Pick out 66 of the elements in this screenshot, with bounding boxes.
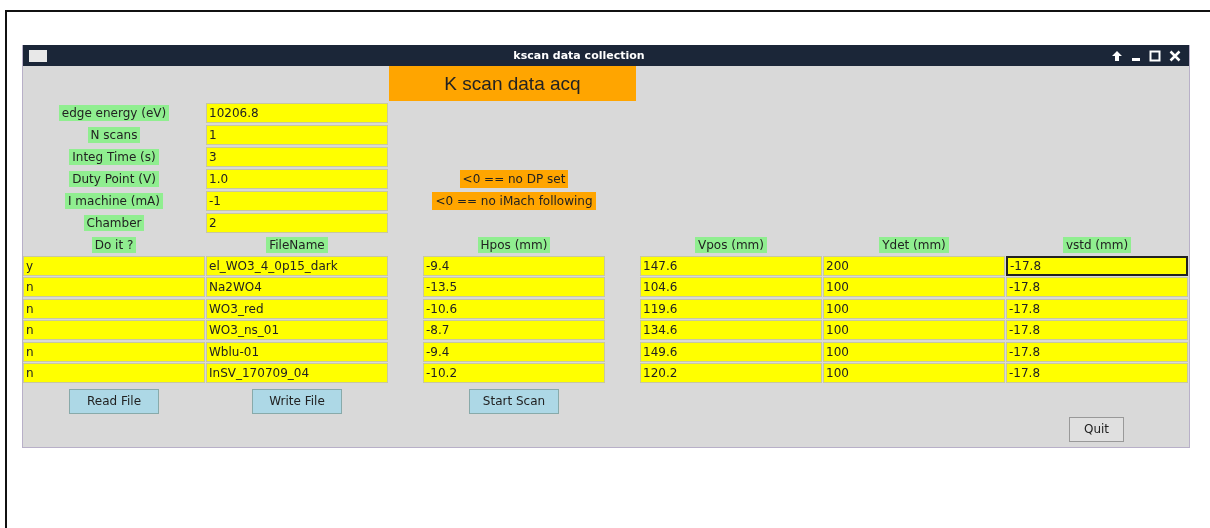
setting-label: Chamber [83,215,145,231]
table-field[interactable]: 100 [823,298,1005,319]
table-field[interactable]: 100 [823,363,1005,383]
table-field[interactable]: 104.6 [640,277,822,297]
table-field[interactable]: Na2WO4 [206,277,388,297]
table-field[interactable]: y [23,255,205,276]
setting-field[interactable]: 2 [206,213,388,233]
column-header: FileName [266,236,328,253]
table-field[interactable]: 120.2 [640,363,822,383]
setting-field[interactable]: 3 [206,147,388,167]
table-field[interactable]: n [23,341,205,362]
setting-label: N scans [87,127,141,143]
table-field[interactable]: -17.8 [1006,341,1188,362]
setting-field[interactable]: 1.0 [206,169,388,189]
table-field[interactable]: -10.2 [423,363,605,383]
column-header: Hpos (mm) [477,236,551,253]
table-field[interactable]: -17.8 [1006,363,1188,383]
setting-label: Duty Point (V) [69,171,159,187]
action-button[interactable]: Write File [252,388,342,414]
window-icon[interactable] [29,49,47,62]
table-field[interactable]: n [23,298,205,319]
column-header: Ydet (mm) [879,236,949,253]
table-field[interactable]: 134.6 [640,320,822,340]
table-field[interactable]: -8.7 [423,320,605,340]
column-header: Vpos (mm) [695,236,767,253]
maximize-icon[interactable] [1149,49,1161,62]
table-field[interactable]: 100 [823,277,1005,297]
table-field[interactable]: -17.8 [1006,320,1188,340]
table-field[interactable]: 100 [823,320,1005,340]
table-field[interactable]: -9.4 [423,255,605,276]
setting-label: I machine (mA) [65,193,163,209]
table-field[interactable]: -17.8 [1006,255,1188,276]
quit-button[interactable]: Quit [1069,416,1124,442]
table-field[interactable]: 119.6 [640,298,822,319]
action-button[interactable]: Start Scan [469,388,559,414]
table-field[interactable]: n [23,363,205,383]
table-field[interactable]: el_WO3_4_0p15_dark [206,255,388,276]
table-field[interactable]: WO3_red [206,298,388,319]
setting-field[interactable]: 1 [206,125,388,145]
setting-field[interactable]: -1 [206,191,388,211]
close-icon[interactable] [1169,49,1181,62]
setting-field[interactable]: 10206.8 [206,103,388,123]
table-field[interactable]: -17.8 [1006,277,1188,297]
app-heading: K scan data acq [389,66,636,101]
table-field[interactable]: 100 [823,341,1005,362]
action-button[interactable]: Read File [69,388,159,414]
column-header: vstd (mm) [1062,236,1132,253]
setting-label: edge energy (eV) [58,105,170,121]
table-field[interactable]: -10.6 [423,298,605,319]
table-field[interactable]: WO3_ns_01 [206,320,388,340]
hint-label: <0 == no iMach following [432,192,596,210]
table-field[interactable]: 149.6 [640,341,822,362]
setting-label: Integ Time (s) [69,149,159,165]
table-field[interactable]: 147.6 [640,255,822,276]
table-field[interactable]: -13.5 [423,277,605,297]
table-field[interactable]: InSV_170709_04 [206,363,388,383]
table-field[interactable]: n [23,320,205,340]
table-field[interactable]: n [23,277,205,297]
column-header: Do it ? [91,236,137,253]
table-field[interactable]: 200 [823,255,1005,276]
hint-label: <0 == no DP set [459,170,569,188]
up-arrow-icon[interactable] [1111,49,1123,62]
table-field[interactable]: -9.4 [423,341,605,362]
window-title: kscan data collection [512,49,646,62]
table-field[interactable]: Wblu-01 [206,341,388,362]
table-field[interactable]: -17.8 [1006,298,1188,319]
